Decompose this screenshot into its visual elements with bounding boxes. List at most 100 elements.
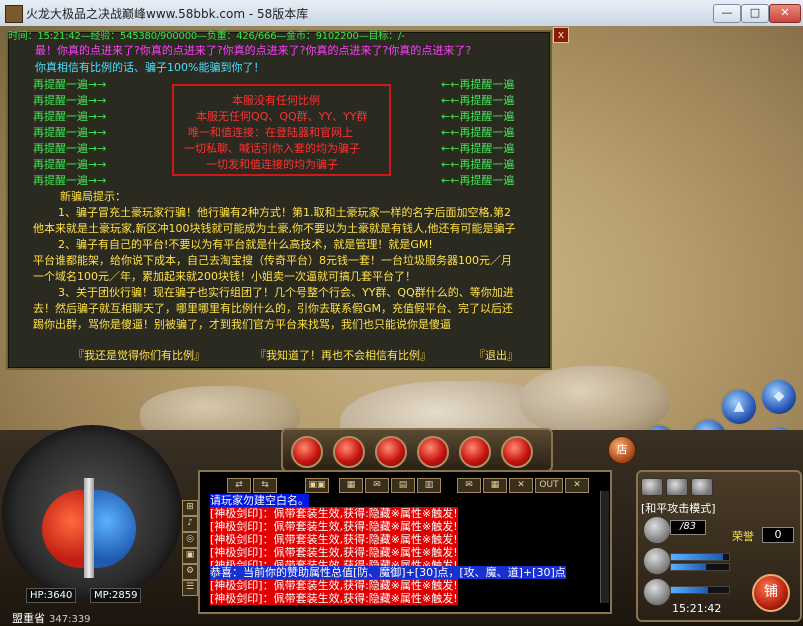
map-coords: 347:339	[49, 614, 91, 625]
repeat-left: 再提醒一遍→→	[33, 78, 107, 91]
minimize-button[interactable]: —	[713, 4, 741, 23]
repeat-right: ←←再提醒一遍	[441, 78, 515, 91]
notice-line: 唯一和值连接：在登陆器和官网上	[188, 126, 353, 139]
chat-out-button[interactable]: OUT	[535, 478, 563, 493]
mp-bar	[670, 553, 730, 561]
repeat-right: ←←再提醒一遍	[441, 158, 515, 171]
reputation-label: 荣誉	[732, 530, 754, 543]
chat-line: [神极剑印]：佩带套装生效,获得:隐藏※属性※触发!	[210, 520, 458, 533]
signature-value: /83	[670, 520, 706, 535]
chat-tool-button[interactable]: ▦	[339, 478, 363, 493]
scam-paragraph: 平台谁都能架，给你说下成本，自己去淘宝搜（传奇平台）8元钱一套！一台垃圾服务器1…	[33, 254, 512, 267]
chat-tool-button[interactable]: ▥	[417, 478, 441, 493]
scam-paragraph: 1、骗子冒充土豪玩家行骗！他行骗有2种方式！第1.取和土豪玩家一样的名字后面加空…	[58, 206, 511, 219]
chat-tool-button[interactable]: ⇄	[227, 478, 251, 493]
exp-bar	[670, 563, 730, 571]
chat-line: [神极剑印]：佩带套装生效,获得:隐藏※属性※触发!	[210, 546, 458, 559]
chat-tool-button[interactable]: ▤	[391, 478, 415, 493]
notice-line: 本服没有任何比例	[232, 94, 320, 107]
map-location: 盟重省 347:339	[12, 610, 91, 626]
skill-orb-2[interactable]: ◆	[760, 378, 798, 416]
potion-slot[interactable]	[459, 436, 491, 468]
chat-tool-button[interactable]: ⇆	[253, 478, 277, 493]
orb-divider	[84, 478, 94, 578]
chat-line: [神极剑印]：佩带套装生效,获得:隐藏※属性※触发!	[210, 507, 458, 520]
scam-title: 新骗局提示：	[60, 190, 126, 203]
scam-paragraph: 3、关于团伙行骗！现在骗子也实行组团了！几个号整个行会、YY群、QQ群什么的、等…	[58, 286, 514, 299]
scam-paragraph: 一个域名100元／年，累加起来就200块钱！小姐卖一次逼就可搞几套平台了！	[33, 270, 416, 283]
dialog-warning-line: 你真相信有比例的话、骗子100%能骗到你了！	[35, 61, 265, 74]
chat-tool-button[interactable]: ✕	[509, 478, 533, 493]
window-titlebar[interactable]: 火龙大极品之决战巅峰www.58bbk.com - 58版本库 — □ ✕	[0, 0, 803, 27]
shop-side-button[interactable]: 店	[608, 436, 636, 464]
weight-bar	[670, 586, 730, 594]
reputation-value: 0	[762, 527, 794, 543]
repeat-right: ←←再提醒一遍	[441, 94, 515, 107]
repeat-right: ←←再提醒一遍	[441, 126, 515, 139]
chat-tool-button[interactable]: ✉	[457, 478, 481, 493]
chat-line: [神极剑印]：佩带套装生效,获得:隐藏※属性※触发!	[210, 592, 458, 605]
potion-belt	[281, 428, 553, 472]
weight-icon	[643, 578, 671, 606]
link-exit[interactable]: 『退出』	[474, 347, 518, 363]
repeat-left: 再提醒一遍→→	[33, 110, 107, 123]
chat-tool-button[interactable]: ▣▣	[305, 478, 329, 493]
potion-slot[interactable]	[333, 436, 365, 468]
notice-line: 本服无任何QQ、QQ群、YY、YY群	[196, 110, 368, 123]
panel-icon[interactable]	[641, 478, 663, 496]
chat-line: 请玩家勿建空白名。	[210, 494, 309, 507]
potion-slot[interactable]	[291, 436, 323, 468]
repeat-left: 再提醒一遍→→	[33, 174, 107, 187]
side-icon[interactable]: ⚙	[182, 564, 198, 580]
potion-slot[interactable]	[417, 436, 449, 468]
side-icon[interactable]: ▣	[182, 548, 198, 564]
repeat-left: 再提醒一遍→→	[33, 142, 107, 155]
dialog-warning-line: 最！你真的点进来了?你真的点进来了?你真的点进来了?你真的点进来了?你真的点进来…	[35, 44, 472, 57]
side-icon[interactable]: ⊞	[182, 500, 198, 516]
repeat-left: 再提醒一遍→→	[33, 94, 107, 107]
hp-value: HP:3640	[26, 588, 77, 603]
chat-tool-button[interactable]: ✉	[365, 478, 389, 493]
scam-paragraph: 他本来就是土豪玩家,新区冲100块钱就可能成为土豪,你不要以为土豪就是有钱人,他…	[33, 222, 516, 235]
chat-line: 恭喜：当前你的赞助属性总值[防、魔御]+[30]点，[攻、魔、道]+[30]点	[210, 566, 566, 579]
map-name: 盟重省	[12, 612, 45, 625]
repeat-right: ←←再提醒一遍	[441, 142, 515, 155]
mp-icon	[643, 547, 671, 575]
repeat-right: ←←再提醒一遍	[441, 110, 515, 123]
scam-paragraph: 踢你出群，骂你是傻逼！别被骗了，才到我们官方平台来找骂，我们也只能说你是傻逼	[33, 318, 451, 331]
close-window-button[interactable]: ✕	[769, 4, 801, 23]
level-icon	[643, 516, 671, 544]
repeat-left: 再提醒一遍→→	[33, 126, 107, 139]
side-icon[interactable]: ◎	[182, 532, 198, 548]
side-icon[interactable]: ♪	[182, 516, 198, 532]
mp-value: MP:2859	[90, 588, 142, 603]
repeat-left: 再提醒一遍→→	[33, 158, 107, 171]
chat-scrollbar[interactable]	[600, 491, 609, 603]
window-title: 火龙大极品之决战巅峰www.58bbk.com - 58版本库	[26, 7, 309, 21]
notice-line: 一切发和值连接的均为骗子	[206, 158, 338, 171]
app-icon	[5, 5, 23, 23]
attack-mode[interactable]: [和平攻击模式]	[641, 500, 716, 516]
panel-icon[interactable]	[666, 478, 688, 496]
scam-paragraph: 2、骗子有自己的平台!不要以为有平台就是什么高技术，就是管理！就是GM!	[58, 238, 433, 251]
chat-line: [神极剑印]：佩带套装生效,获得:隐藏※属性※触发!	[210, 579, 458, 592]
notice-line: 一切私聊、喊话引你入套的均为骗子	[184, 142, 360, 155]
maximize-button[interactable]: □	[741, 4, 769, 23]
chat-tool-button[interactable]: ▦	[483, 478, 507, 493]
status-line: 时间：15:21:42—经验：545380/900000—负重：426/666—…	[8, 31, 405, 42]
chat-close-button[interactable]: ✕	[565, 478, 589, 493]
panel-icon[interactable]	[691, 478, 713, 496]
shop-button[interactable]: 铺	[752, 574, 790, 612]
side-icon[interactable]: ☰	[182, 580, 198, 596]
dialog-close-button[interactable]: x	[553, 27, 569, 43]
link-believe-ratio[interactable]: 『我还是觉得你们有比例』	[73, 347, 205, 363]
link-understood[interactable]: 『我知道了！再也不会相信有比例』	[255, 347, 431, 363]
skill-orb-1[interactable]: ▲	[720, 388, 758, 426]
scam-paragraph: 去！然后骗子就互相聊天了，哪里哪里有比例什么的，引你去联系假GM，充值假平台、完…	[33, 302, 514, 315]
potion-slot[interactable]	[375, 436, 407, 468]
game-clock: 15:21:42	[672, 602, 722, 615]
potion-slot[interactable]	[501, 436, 533, 468]
repeat-right: ←←再提醒一遍	[441, 174, 515, 187]
rock-scenery	[520, 366, 670, 436]
chat-line: [神极剑印]：佩带套装生效,获得:隐藏※属性※触发!	[210, 533, 458, 546]
